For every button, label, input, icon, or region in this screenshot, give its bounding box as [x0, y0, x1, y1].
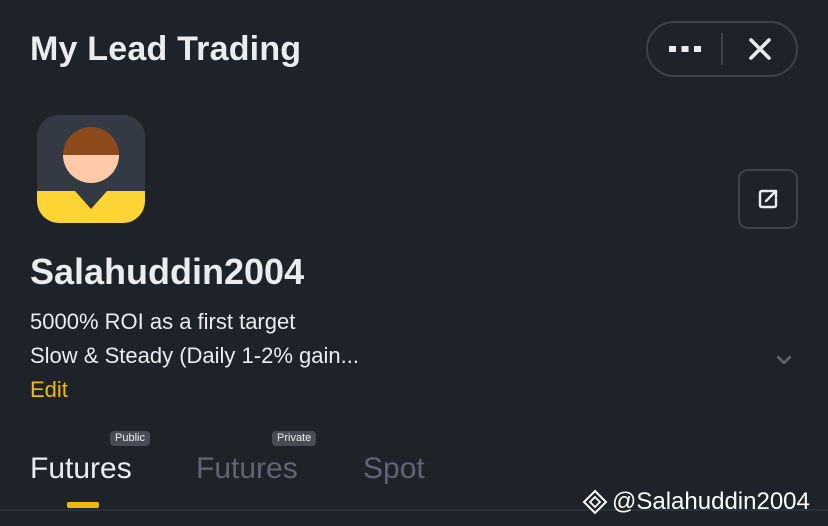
edit-bio-link[interactable]: Edit	[30, 377, 68, 403]
watermark: @Salahuddin2004	[582, 487, 822, 517]
bio-line-2: Slow & Steady (Daily 1-2% gain...	[30, 343, 359, 368]
tab-badge-private: Private	[272, 431, 317, 446]
close-icon	[748, 38, 771, 60]
tab-spot[interactable]: Spot	[363, 452, 425, 486]
tab-badge-public: Public	[110, 431, 150, 446]
avatar[interactable]	[37, 115, 145, 223]
binance-logo-icon	[582, 489, 608, 515]
username: Salahuddin2004	[30, 251, 305, 292]
user-avatar-icon	[37, 115, 145, 223]
more-button[interactable]	[648, 23, 721, 75]
more-dots-icon	[668, 46, 701, 52]
lead-trading-page: My Lead Trading Salahuddin2004 5000% ROI…	[0, 0, 828, 526]
tab-futures-public[interactable]: Futures	[30, 452, 132, 486]
edit-share-icon	[758, 189, 778, 209]
tab-futures-private[interactable]: Futures	[196, 452, 298, 486]
close-button[interactable]	[723, 23, 796, 75]
bio-line-1: 5000% ROI as a first target	[30, 309, 296, 334]
page-title: My Lead Trading	[30, 30, 302, 68]
share-profile-button[interactable]	[738, 169, 798, 229]
header-action-capsule	[646, 21, 798, 77]
chevron-down-icon[interactable]	[772, 350, 796, 370]
active-tab-indicator	[67, 502, 99, 508]
watermark-text: @Salahuddin2004	[612, 488, 810, 515]
